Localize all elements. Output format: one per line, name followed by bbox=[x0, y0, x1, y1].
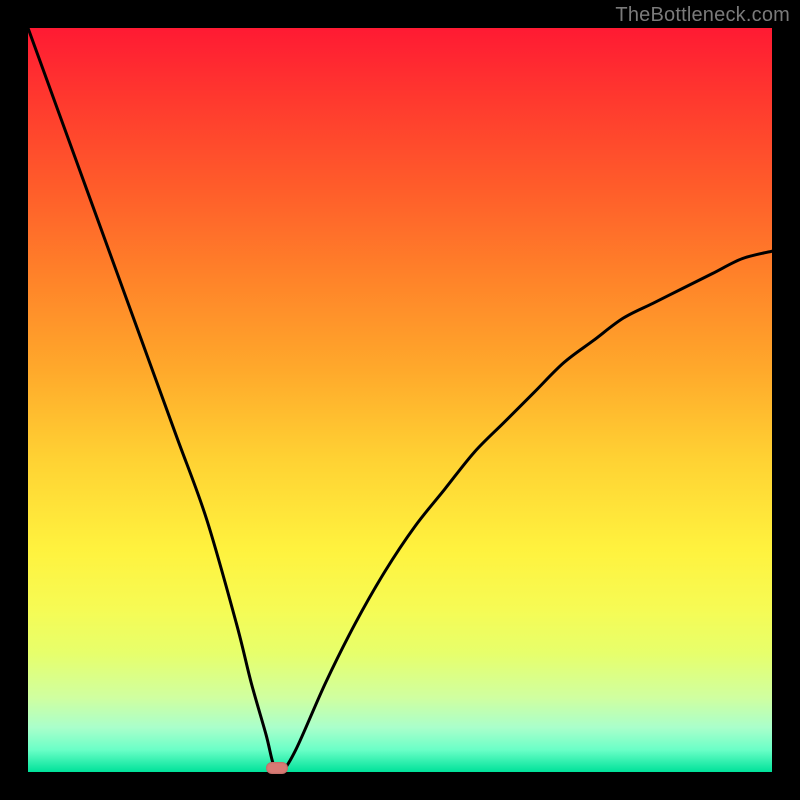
watermark-text: TheBottleneck.com bbox=[615, 4, 790, 27]
plot-area bbox=[28, 28, 772, 772]
chart-frame: TheBottleneck.com bbox=[0, 0, 800, 800]
minimum-marker bbox=[266, 762, 288, 774]
bottleneck-curve bbox=[28, 28, 772, 772]
